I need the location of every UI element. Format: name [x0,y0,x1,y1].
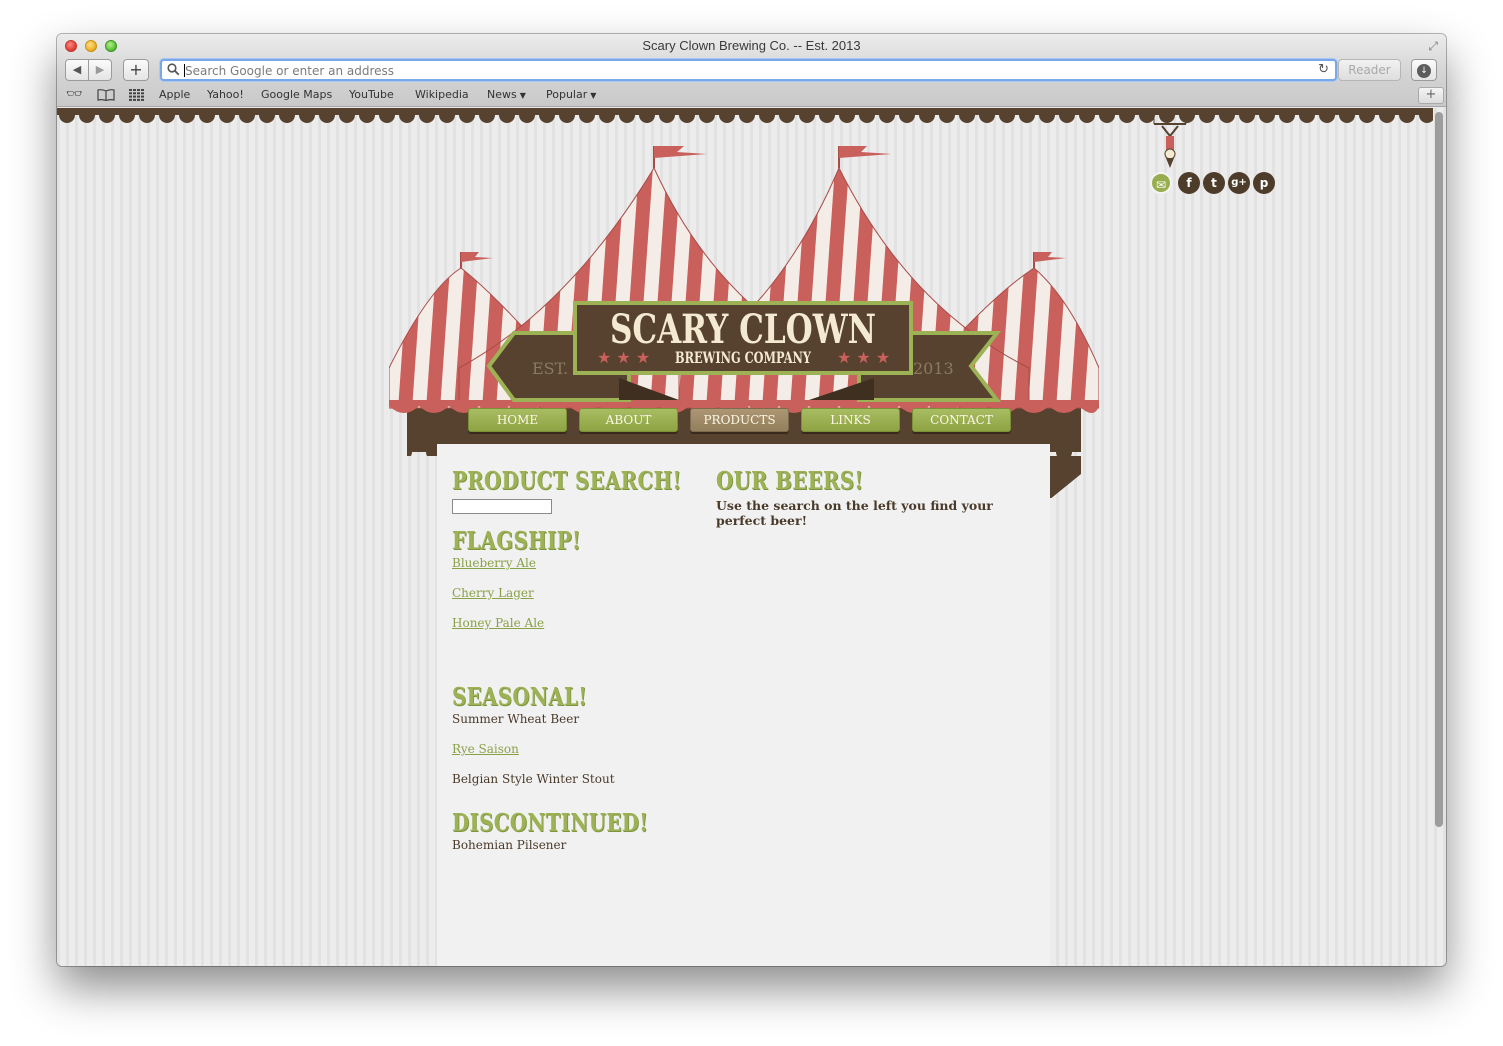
bookmark-wikipedia[interactable]: Wikipedia [415,88,469,101]
beer-belgian-winter-stout: Belgian Style Winter Stout [452,772,615,786]
bookmark-news-label: News [487,88,517,101]
new-tab-button[interactable]: + [123,59,149,81]
bookmark-google-maps[interactable]: Google Maps [261,88,332,101]
product-search-heading: PRODUCT SEARCH! [452,466,682,495]
bookmarks-bar: 👓︎ Apple Yahoo! Google Maps YouTube Wiki… [57,86,1446,106]
beer-bohemian-pilsener: Bohemian Pilsener [452,838,567,852]
logo-star-left: ★ ★ ★ [597,348,650,367]
bookmark-news-menu[interactable]: News ▼ [487,88,526,101]
logo-subtitle: BREWING COMPANY [675,348,811,367]
facebook-icon[interactable]: f [1178,172,1200,194]
seasonal-heading: SEASONAL! [452,682,588,711]
forward-icon: ▶ [95,63,105,76]
our-beers-section: OUR BEERS! Use the search on the left yo… [716,466,1006,528]
plus-icon: + [129,60,143,79]
add-bookmark-button[interactable]: + [1418,87,1444,104]
flagship-heading: FLAGSHIP! [452,526,582,555]
our-beers-intro: Use the search on the left you find your… [716,498,993,528]
back-icon: ◀ [72,63,82,76]
window-title: Scary Clown Brewing Co. -- Est. 2013 [642,38,861,53]
logo-year: 2013 [913,359,954,378]
hanging-clown-illustration [1153,116,1187,168]
bookmark-youtube[interactable]: YouTube [349,88,394,101]
product-search-input[interactable] [452,499,552,514]
browser-window: Scary Clown Brewing Co. -- Est. 2013 ⤢ ◀… [57,34,1446,966]
nav-about[interactable]: ABOUT [579,408,678,432]
product-sidebar: PRODUCT SEARCH! FLAGSHIP! Blueberry Ale … [452,466,692,868]
bookmark-yahoo[interactable]: Yahoo! [207,88,244,101]
bookmark-popular-label: Popular [546,88,588,101]
beer-link-rye-saison[interactable]: Rye Saison [452,742,692,756]
search-icon [167,63,180,76]
download-icon: ↓ [1417,64,1431,78]
beer-summer-wheat-beer: Summer Wheat Beer [452,712,580,726]
nav-products[interactable]: PRODUCTS [690,408,789,432]
pinterest-icon[interactable]: p [1253,172,1275,194]
fullscreen-icon[interactable]: ⤢ [1428,39,1438,54]
reading-list-icon[interactable]: 👓︎ [66,87,83,102]
chevron-down-icon: ▼ [590,91,597,100]
our-beers-heading: OUR BEERS! [716,466,864,495]
chevron-down-icon: ▼ [519,91,526,100]
google-plus-icon[interactable]: g+ [1228,172,1250,194]
reload-icon[interactable]: ↻ [1318,62,1329,77]
browser-toolbar: Scary Clown Brewing Co. -- Est. 2013 ⤢ ◀… [57,34,1446,107]
email-icon[interactable]: ✉ [1150,172,1172,194]
beer-link-cherry-lager[interactable]: Cherry Lager [452,586,692,600]
address-bar[interactable]: ↻ [160,59,1337,81]
back-button[interactable]: ◀ [65,59,89,81]
plus-icon: + [1425,87,1437,102]
bookmark-popular-menu[interactable]: Popular ▼ [546,88,596,101]
nav-contact[interactable]: CONTACT [912,408,1011,432]
vertical-scrollbar[interactable] [1435,112,1443,827]
address-input[interactable] [185,62,1285,79]
web-page: ✉ f t g+ p SCARY CLOWN BREWING COMPANY ★… [57,108,1446,966]
reader-button[interactable]: Reader [1338,59,1401,81]
nav-links[interactable]: LINKS [801,408,900,432]
logo-star-right: ★ ★ ★ [837,348,890,367]
bookmark-apple[interactable]: Apple [159,88,190,101]
content-panel: PRODUCT SEARCH! FLAGSHIP! Blueberry Ale … [437,444,1050,966]
social-links: ✉ f t g+ p [1150,116,1300,196]
bookmarks-icon[interactable] [97,89,115,101]
downloads-button[interactable]: ↓ [1411,59,1437,81]
forward-button[interactable]: ▶ [88,59,112,81]
nav-home[interactable]: HOME [468,408,567,432]
twitter-icon[interactable]: t [1203,172,1225,194]
logo-est-label: EST. [532,359,568,378]
beer-link-blueberry-ale[interactable]: Blueberry Ale [452,556,692,570]
logo-brand-name: SCARY CLOWN [610,306,876,353]
beer-link-honey-pale-ale[interactable]: Honey Pale Ale [452,616,692,630]
top-sites-icon[interactable] [129,89,144,101]
discontinued-heading: DISCONTINUED! [452,808,649,837]
